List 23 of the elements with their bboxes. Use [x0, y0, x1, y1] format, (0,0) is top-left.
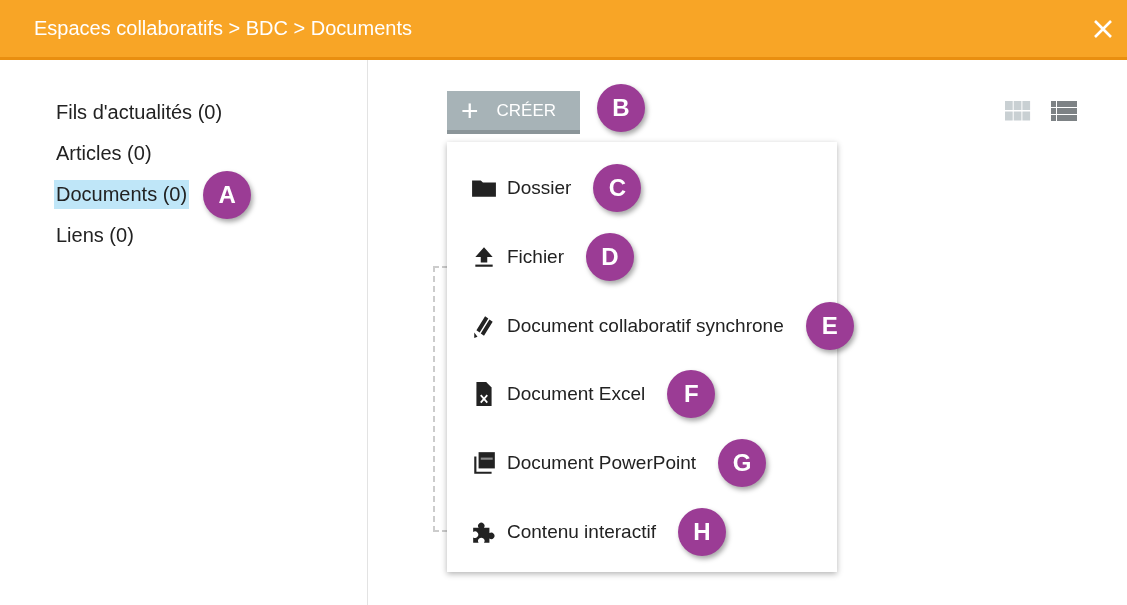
callout-marker: E [805, 301, 854, 350]
menu-item[interactable]: Document Excel [471, 381, 646, 408]
list-view-icon[interactable] [1051, 101, 1077, 121]
sidebar-item[interactable]: Liens (0) [54, 221, 136, 250]
menu-item[interactable]: Contenu interactif [471, 518, 656, 545]
sidebar-item[interactable]: Documents (0) [54, 180, 190, 209]
menu-item[interactable]: Fichier [471, 244, 564, 271]
window-title: Espaces collaboratifs > BDC > Documents [34, 17, 412, 40]
callout-marker: A [203, 170, 252, 219]
callout-marker: F [667, 370, 716, 419]
menu-item[interactable]: Document PowerPoint [471, 450, 697, 477]
menu-item[interactable]: Document collaboratif synchrone [471, 312, 784, 339]
callout-marker: C [593, 164, 642, 213]
callout-marker: G [718, 439, 767, 488]
menu-item[interactable]: Dossier [471, 175, 572, 202]
close-icon[interactable] [1093, 18, 1113, 39]
sidebar-item[interactable]: Articles (0) [54, 139, 154, 168]
callout-marker: B [597, 84, 645, 132]
grid-view-icon[interactable] [1005, 101, 1031, 121]
slides-file-icon [471, 450, 497, 477]
sidebar-item[interactable]: Fils d'actualités (0) [54, 98, 225, 127]
callout-marker: D [586, 233, 634, 282]
callout-marker: H [677, 507, 726, 556]
